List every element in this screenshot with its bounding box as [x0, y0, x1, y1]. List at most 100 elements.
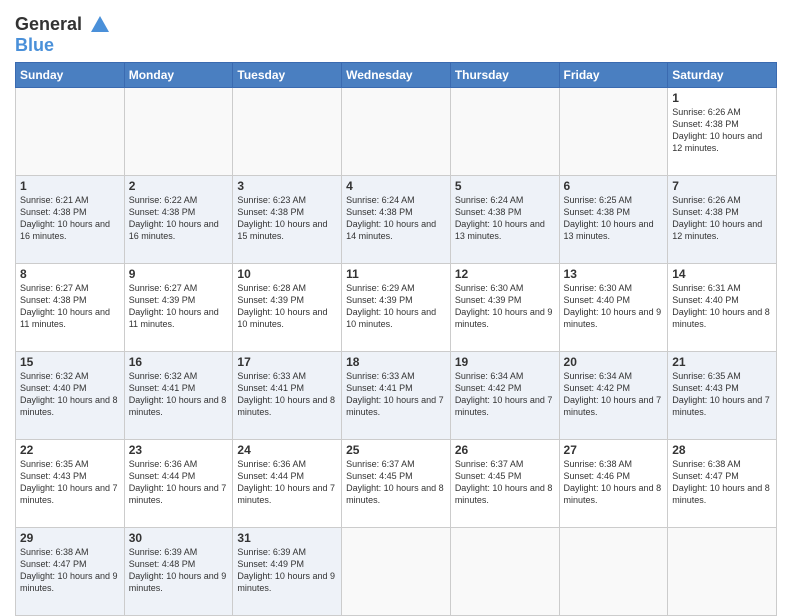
calendar-empty-cell — [668, 527, 777, 615]
calendar-day-cell: 7Sunrise: 6:26 AMSunset: 4:38 PMDaylight… — [668, 175, 777, 263]
calendar-day-cell: 3Sunrise: 6:23 AMSunset: 4:38 PMDaylight… — [233, 175, 342, 263]
day-number: 28 — [672, 443, 772, 457]
page: General Blue SundayMondayTuesdayWednesda… — [0, 0, 792, 612]
calendar-empty-cell — [559, 527, 668, 615]
calendar-empty-cell — [450, 527, 559, 615]
calendar-day-header: Friday — [559, 62, 668, 87]
day-info: Sunrise: 6:26 AMSunset: 4:38 PMDaylight:… — [672, 106, 772, 155]
day-number: 13 — [564, 267, 664, 281]
day-info: Sunrise: 6:24 AMSunset: 4:38 PMDaylight:… — [455, 194, 555, 243]
calendar-day-cell: 29Sunrise: 6:38 AMSunset: 4:47 PMDayligh… — [16, 527, 125, 615]
calendar-day-header: Tuesday — [233, 62, 342, 87]
day-info: Sunrise: 6:37 AMSunset: 4:45 PMDaylight:… — [346, 458, 446, 507]
calendar-day-header: Saturday — [668, 62, 777, 87]
day-number: 16 — [129, 355, 229, 369]
day-number: 25 — [346, 443, 446, 457]
calendar-day-cell: 19Sunrise: 6:34 AMSunset: 4:42 PMDayligh… — [450, 351, 559, 439]
day-info: Sunrise: 6:27 AMSunset: 4:39 PMDaylight:… — [129, 282, 229, 331]
calendar-day-cell: 16Sunrise: 6:32 AMSunset: 4:41 PMDayligh… — [124, 351, 233, 439]
calendar-day-cell: 11Sunrise: 6:29 AMSunset: 4:39 PMDayligh… — [342, 263, 451, 351]
day-number: 29 — [20, 531, 120, 545]
calendar-day-cell: 15Sunrise: 6:32 AMSunset: 4:40 PMDayligh… — [16, 351, 125, 439]
calendar-day-cell: 6Sunrise: 6:25 AMSunset: 4:38 PMDaylight… — [559, 175, 668, 263]
day-info: Sunrise: 6:23 AMSunset: 4:38 PMDaylight:… — [237, 194, 337, 243]
calendar-day-cell: 27Sunrise: 6:38 AMSunset: 4:46 PMDayligh… — [559, 439, 668, 527]
day-number: 8 — [20, 267, 120, 281]
calendar-day-cell: 20Sunrise: 6:34 AMSunset: 4:42 PMDayligh… — [559, 351, 668, 439]
day-info: Sunrise: 6:34 AMSunset: 4:42 PMDaylight:… — [564, 370, 664, 419]
day-info: Sunrise: 6:27 AMSunset: 4:38 PMDaylight:… — [20, 282, 120, 331]
calendar-empty-cell — [342, 527, 451, 615]
calendar-week-row: 1Sunrise: 6:26 AMSunset: 4:38 PMDaylight… — [16, 87, 777, 175]
day-number: 19 — [455, 355, 555, 369]
calendar-week-row: 8Sunrise: 6:27 AMSunset: 4:38 PMDaylight… — [16, 263, 777, 351]
calendar-empty-cell — [559, 87, 668, 175]
day-number: 23 — [129, 443, 229, 457]
logo-general-text: General — [15, 14, 82, 34]
day-number: 12 — [455, 267, 555, 281]
day-info: Sunrise: 6:28 AMSunset: 4:39 PMDaylight:… — [237, 282, 337, 331]
calendar-day-cell: 2Sunrise: 6:22 AMSunset: 4:38 PMDaylight… — [124, 175, 233, 263]
day-number: 14 — [672, 267, 772, 281]
calendar-day-cell: 31Sunrise: 6:39 AMSunset: 4:49 PMDayligh… — [233, 527, 342, 615]
calendar-day-cell: 5Sunrise: 6:24 AMSunset: 4:38 PMDaylight… — [450, 175, 559, 263]
day-info: Sunrise: 6:30 AMSunset: 4:40 PMDaylight:… — [564, 282, 664, 331]
day-number: 9 — [129, 267, 229, 281]
day-number: 21 — [672, 355, 772, 369]
calendar-day-cell: 14Sunrise: 6:31 AMSunset: 4:40 PMDayligh… — [668, 263, 777, 351]
day-number: 11 — [346, 267, 446, 281]
day-number: 31 — [237, 531, 337, 545]
day-number: 4 — [346, 179, 446, 193]
day-info: Sunrise: 6:38 AMSunset: 4:47 PMDaylight:… — [20, 546, 120, 595]
calendar-day-header: Monday — [124, 62, 233, 87]
calendar-day-cell: 17Sunrise: 6:33 AMSunset: 4:41 PMDayligh… — [233, 351, 342, 439]
day-info: Sunrise: 6:39 AMSunset: 4:48 PMDaylight:… — [129, 546, 229, 595]
calendar-day-cell: 1Sunrise: 6:26 AMSunset: 4:38 PMDaylight… — [668, 87, 777, 175]
day-info: Sunrise: 6:32 AMSunset: 4:41 PMDaylight:… — [129, 370, 229, 419]
day-info: Sunrise: 6:22 AMSunset: 4:38 PMDaylight:… — [129, 194, 229, 243]
calendar-day-cell: 12Sunrise: 6:30 AMSunset: 4:39 PMDayligh… — [450, 263, 559, 351]
day-info: Sunrise: 6:38 AMSunset: 4:47 PMDaylight:… — [672, 458, 772, 507]
day-info: Sunrise: 6:35 AMSunset: 4:43 PMDaylight:… — [672, 370, 772, 419]
calendar-day-cell: 28Sunrise: 6:38 AMSunset: 4:47 PMDayligh… — [668, 439, 777, 527]
day-info: Sunrise: 6:37 AMSunset: 4:45 PMDaylight:… — [455, 458, 555, 507]
calendar-table: SundayMondayTuesdayWednesdayThursdayFrid… — [15, 62, 777, 616]
calendar-day-header: Sunday — [16, 62, 125, 87]
calendar-day-cell: 24Sunrise: 6:36 AMSunset: 4:44 PMDayligh… — [233, 439, 342, 527]
day-number: 5 — [455, 179, 555, 193]
day-info: Sunrise: 6:21 AMSunset: 4:38 PMDaylight:… — [20, 194, 120, 243]
day-number: 7 — [672, 179, 772, 193]
calendar-week-row: 22Sunrise: 6:35 AMSunset: 4:43 PMDayligh… — [16, 439, 777, 527]
day-info: Sunrise: 6:26 AMSunset: 4:38 PMDaylight:… — [672, 194, 772, 243]
day-info: Sunrise: 6:34 AMSunset: 4:42 PMDaylight:… — [455, 370, 555, 419]
calendar-empty-cell — [342, 87, 451, 175]
calendar-empty-cell — [450, 87, 559, 175]
day-info: Sunrise: 6:29 AMSunset: 4:39 PMDaylight:… — [346, 282, 446, 331]
calendar-day-cell: 13Sunrise: 6:30 AMSunset: 4:40 PMDayligh… — [559, 263, 668, 351]
calendar-day-cell: 25Sunrise: 6:37 AMSunset: 4:45 PMDayligh… — [342, 439, 451, 527]
logo: General Blue — [15, 14, 111, 56]
day-info: Sunrise: 6:31 AMSunset: 4:40 PMDaylight:… — [672, 282, 772, 331]
calendar-week-row: 1Sunrise: 6:21 AMSunset: 4:38 PMDaylight… — [16, 175, 777, 263]
day-number: 20 — [564, 355, 664, 369]
day-number: 1 — [672, 91, 772, 105]
logo-icon — [89, 14, 111, 36]
day-info: Sunrise: 6:25 AMSunset: 4:38 PMDaylight:… — [564, 194, 664, 243]
calendar-day-header: Wednesday — [342, 62, 451, 87]
calendar-day-cell: 21Sunrise: 6:35 AMSunset: 4:43 PMDayligh… — [668, 351, 777, 439]
day-number: 27 — [564, 443, 664, 457]
calendar-empty-cell — [233, 87, 342, 175]
day-number: 10 — [237, 267, 337, 281]
day-info: Sunrise: 6:36 AMSunset: 4:44 PMDaylight:… — [237, 458, 337, 507]
calendar-week-row: 15Sunrise: 6:32 AMSunset: 4:40 PMDayligh… — [16, 351, 777, 439]
day-number: 24 — [237, 443, 337, 457]
calendar-day-cell: 1Sunrise: 6:21 AMSunset: 4:38 PMDaylight… — [16, 175, 125, 263]
day-number: 30 — [129, 531, 229, 545]
day-number: 3 — [237, 179, 337, 193]
day-info: Sunrise: 6:39 AMSunset: 4:49 PMDaylight:… — [237, 546, 337, 595]
calendar-day-cell: 4Sunrise: 6:24 AMSunset: 4:38 PMDaylight… — [342, 175, 451, 263]
header: General Blue — [15, 10, 777, 56]
day-number: 18 — [346, 355, 446, 369]
calendar-day-cell: 30Sunrise: 6:39 AMSunset: 4:48 PMDayligh… — [124, 527, 233, 615]
logo-blue-text: Blue — [15, 35, 54, 55]
